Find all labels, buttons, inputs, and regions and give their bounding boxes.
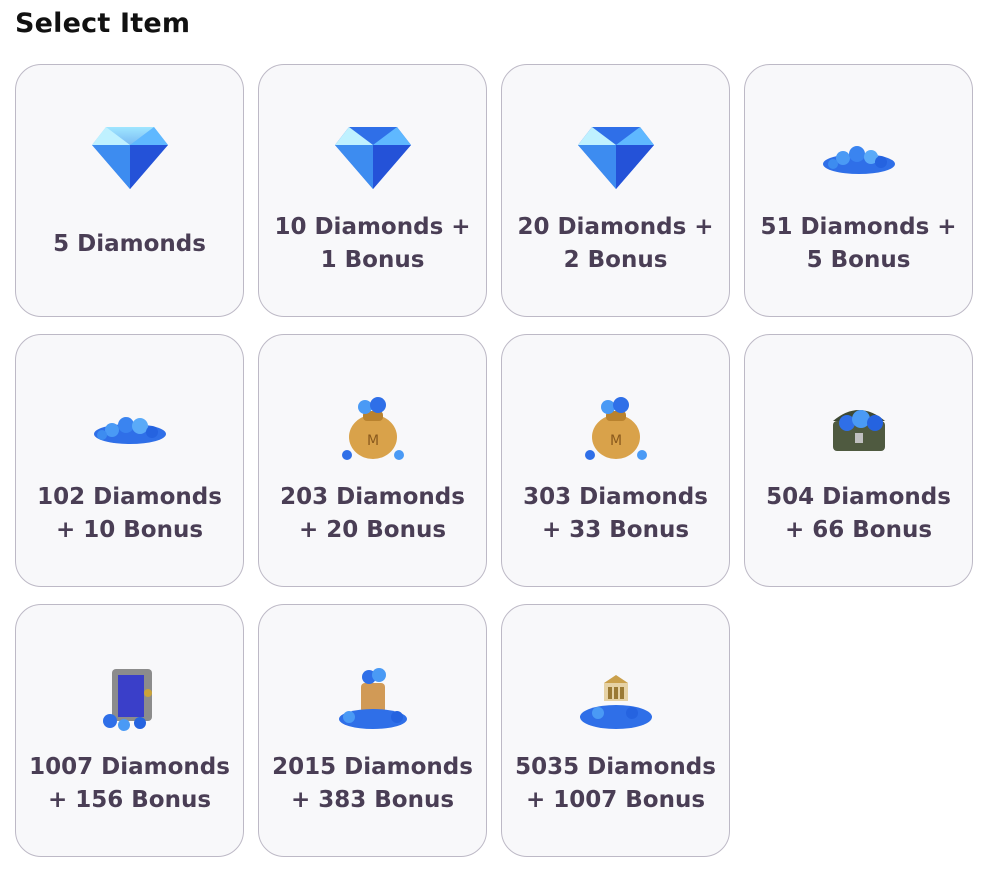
diamond-chest-icon (804, 383, 914, 473)
diamond-icon (561, 113, 671, 203)
item-grid: 5 Diamonds 10 Diamonds + 1 Bonus 20 Diam (15, 64, 973, 857)
item-label: 2015 Diamonds + 383 Bonus (272, 754, 473, 813)
item-card-5-diamonds[interactable]: 5 Diamonds (15, 64, 244, 317)
item-label: 1007 Diamonds + 156 Bonus (29, 754, 230, 813)
item-label: 5035 Diamonds + 1007 Bonus (515, 754, 716, 813)
diamond-pile-icon (75, 383, 185, 473)
item-card-303-diamonds[interactable]: M 303 Diamonds + 33 Bonus (501, 334, 730, 587)
svg-text:M: M (366, 433, 378, 449)
item-label: 51 Diamonds + 5 Bonus (760, 214, 957, 273)
item-label: 203 Diamonds + 20 Bonus (280, 484, 465, 543)
diamond-bank-icon (561, 653, 671, 743)
diamond-barrel-icon (318, 653, 428, 743)
item-card-504-diamonds[interactable]: 504 Diamonds + 66 Bonus (744, 334, 973, 587)
item-card-51-diamonds[interactable]: 51 Diamonds + 5 Bonus (744, 64, 973, 317)
diamond-pile-icon (804, 113, 914, 203)
diamond-icon (318, 113, 428, 203)
item-card-5035-diamonds[interactable]: 5035 Diamonds + 1007 Bonus (501, 604, 730, 857)
item-card-20-diamonds[interactable]: 20 Diamonds + 2 Bonus (501, 64, 730, 317)
item-label: 10 Diamonds + 1 Bonus (274, 214, 471, 273)
diamond-bag-icon: M (561, 383, 671, 473)
item-card-203-diamonds[interactable]: M 203 Diamonds + 20 Bonus (258, 334, 487, 587)
item-card-1007-diamonds[interactable]: 1007 Diamonds + 156 Bonus (15, 604, 244, 857)
item-label: 504 Diamonds + 66 Bonus (766, 484, 951, 543)
diamond-icon (75, 113, 185, 203)
diamond-safe-icon (75, 653, 185, 743)
item-label: 102 Diamonds + 10 Bonus (37, 484, 222, 543)
item-card-10-diamonds[interactable]: 10 Diamonds + 1 Bonus (258, 64, 487, 317)
item-card-102-diamonds[interactable]: 102 Diamonds + 10 Bonus (15, 334, 244, 587)
item-label: 5 Diamonds (53, 231, 206, 257)
item-card-2015-diamonds[interactable]: 2015 Diamonds + 383 Bonus (258, 604, 487, 857)
diamond-bag-icon: M (318, 383, 428, 473)
page-title: Select Item (15, 8, 191, 39)
item-label: 303 Diamonds + 33 Bonus (523, 484, 708, 543)
svg-text:M: M (609, 433, 621, 449)
item-label: 20 Diamonds + 2 Bonus (517, 214, 714, 273)
